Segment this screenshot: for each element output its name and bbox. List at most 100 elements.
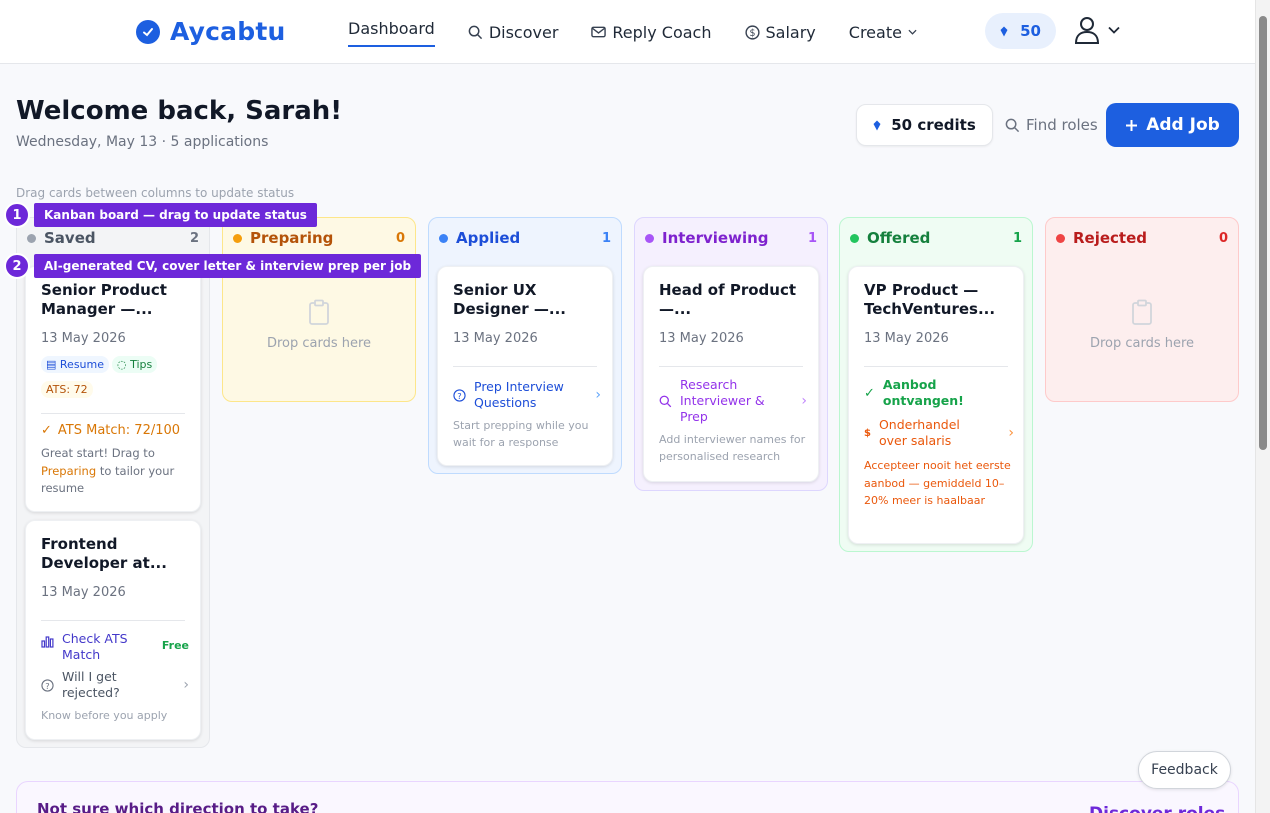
divider bbox=[41, 620, 185, 621]
find-roles-label: Find roles bbox=[1026, 116, 1098, 134]
column-count: 1 bbox=[601, 230, 611, 246]
job-card[interactable]: Frontend Developer at... 13 May 2026 Che… bbox=[25, 520, 201, 740]
divider bbox=[41, 413, 185, 414]
drop-zone-label: Drop cards here bbox=[1089, 336, 1195, 351]
add-job-label: Add Job bbox=[1146, 115, 1220, 135]
research-interviewer-button[interactable]: Research Interviewer & Prep › bbox=[659, 377, 807, 425]
diamond-icon bbox=[1000, 26, 1008, 36]
feedback-button[interactable]: Feedback bbox=[1138, 751, 1231, 789]
rejection-check-label: Will I get rejected? bbox=[62, 669, 120, 700]
column-header-interviewing: Interviewing 1 bbox=[635, 218, 827, 258]
free-badge: Free bbox=[161, 639, 189, 652]
help-icon: ? bbox=[453, 388, 466, 402]
credits-button[interactable]: 50 credits bbox=[856, 104, 993, 146]
search-icon bbox=[468, 25, 482, 39]
credits-button-label: 50 credits bbox=[891, 116, 976, 134]
credits-badge[interactable]: 50 bbox=[985, 13, 1056, 49]
offer-received-label: Aanbod ontvangen! bbox=[882, 377, 964, 408]
main-nav: Dashboard Discover Reply Coach $ Salary … bbox=[348, 0, 950, 64]
job-title: Senior Product Manager —... bbox=[41, 281, 167, 318]
job-card[interactable]: Senior UX Designer —... 13 May 2026 ? Pr… bbox=[437, 266, 613, 466]
job-date: 13 May 2026 bbox=[864, 331, 949, 346]
divider bbox=[864, 366, 1008, 367]
column-applied[interactable]: Applied 1 Senior UX Designer —... 13 May… bbox=[428, 217, 622, 474]
nav-dashboard[interactable]: Dashboard bbox=[348, 0, 435, 64]
svg-text:?: ? bbox=[45, 680, 49, 690]
column-count: 0 bbox=[395, 230, 405, 246]
discover-roles-link[interactable]: Discover roles bbox=[1089, 804, 1225, 813]
page-scrollbar[interactable] bbox=[1255, 0, 1270, 813]
clipboard-icon bbox=[309, 299, 329, 325]
search-icon bbox=[659, 395, 672, 407]
column-header-offered: Offered 1 bbox=[840, 218, 1032, 258]
callout-label-1: Kanban board — drag to update status bbox=[34, 203, 317, 227]
job-card[interactable]: VP Product — TechVentures... 13 May 2026… bbox=[848, 266, 1024, 544]
column-preparing[interactable]: Preparing 0 Drop cards here bbox=[222, 217, 416, 402]
nav-discover[interactable]: Discover bbox=[468, 0, 559, 64]
svg-text:$: $ bbox=[749, 27, 755, 38]
resume-tag[interactable]: ▤ Resume bbox=[41, 356, 110, 373]
nav-dashboard-label: Dashboard bbox=[348, 19, 435, 38]
nav-create[interactable]: Create bbox=[849, 0, 917, 64]
scrollbar-thumb[interactable] bbox=[1259, 16, 1267, 450]
prep-interview-label: Prep Interview Questions bbox=[474, 379, 564, 410]
negotiate-advice: Accepteer nooit het eerste aanbod — gemi… bbox=[864, 459, 1011, 507]
drag-hint: Drag cards between columns to update sta… bbox=[16, 186, 295, 200]
credits-badge-count: 50 bbox=[1020, 22, 1041, 40]
brand-logo[interactable]: Aycabtu bbox=[136, 17, 286, 46]
job-card[interactable]: Senior Product Manager —... 13 May 2026 … bbox=[25, 266, 201, 512]
research-note: Add interviewer names for personalised r… bbox=[659, 433, 806, 463]
column-count: 2 bbox=[189, 230, 199, 246]
column-count: 0 bbox=[1218, 230, 1228, 246]
ats-match-label: ATS Match: 72/100 bbox=[57, 423, 181, 438]
column-title: Rejected bbox=[1073, 229, 1148, 247]
status-dot bbox=[439, 233, 448, 243]
negotiate-salary-button[interactable]: $ Onderhandel over salaris › bbox=[864, 417, 1014, 449]
tips-tag[interactable]: ◌ Tips bbox=[112, 356, 158, 373]
prep-interview-button[interactable]: ? Prep Interview Questions › bbox=[453, 379, 601, 411]
job-date: 13 May 2026 bbox=[453, 331, 538, 346]
research-interviewer-label: Research Interviewer & Prep bbox=[680, 377, 765, 424]
job-card[interactable]: Head of Product —... 13 May 2026 Researc… bbox=[643, 266, 819, 482]
add-job-button[interactable]: Add Job bbox=[1106, 103, 1239, 147]
direction-title: Not sure which direction to take? bbox=[37, 800, 319, 813]
column-interviewing[interactable]: Interviewing 1 Head of Product —... 13 M… bbox=[634, 217, 828, 491]
negotiate-salary-label: Onderhandel over salaris bbox=[878, 417, 960, 448]
divider bbox=[453, 366, 597, 367]
column-count: 1 bbox=[807, 230, 817, 246]
check-ats-button[interactable]: Check ATS Match Free bbox=[41, 631, 189, 663]
column-rejected[interactable]: Rejected 0 Drop cards here bbox=[1045, 217, 1239, 402]
chevron-down-icon bbox=[1108, 26, 1120, 34]
callout-number-1: 1 bbox=[4, 202, 30, 228]
ats-note: Great start! Drag to Preparing to tailor… bbox=[41, 445, 191, 498]
ats-score-tag: ATS: 72 bbox=[41, 381, 93, 398]
top-navigation-bar: Aycabtu Dashboard Discover Reply Coach $… bbox=[0, 0, 1255, 64]
direction-banner: Not sure which direction to take? Discov… bbox=[16, 781, 1239, 813]
prep-note: Start prepping while you wait for a resp… bbox=[453, 419, 589, 449]
brand-name: Aycabtu bbox=[170, 17, 286, 46]
mail-icon bbox=[591, 26, 607, 38]
page-title: Welcome back, Sarah! bbox=[16, 96, 343, 126]
drop-zone-label: Drop cards here bbox=[266, 336, 372, 351]
callout-number-2: 2 bbox=[4, 253, 30, 279]
rejection-check-button[interactable]: ? Will I get rejected? › bbox=[41, 669, 189, 701]
plus-icon bbox=[1126, 119, 1138, 131]
nav-salary[interactable]: $ Salary bbox=[744, 0, 816, 64]
nav-discover-label: Discover bbox=[488, 22, 559, 42]
chevron-right-icon: › bbox=[183, 677, 189, 693]
job-date: 13 May 2026 bbox=[41, 331, 126, 346]
find-roles-button[interactable]: Find roles bbox=[1005, 116, 1098, 134]
column-offered[interactable]: Offered 1 VP Product — TechVentures... 1… bbox=[839, 217, 1033, 552]
column-saved[interactable]: Saved 2 Senior Product Manager —... 13 M… bbox=[16, 217, 210, 748]
drop-zone[interactable]: Drop cards here bbox=[223, 298, 415, 351]
column-header-rejected: Rejected 0 bbox=[1046, 218, 1238, 258]
nav-reply-coach[interactable]: Reply Coach bbox=[591, 0, 712, 64]
chevron-right-icon: › bbox=[1008, 425, 1014, 441]
preparing-link[interactable]: Preparing bbox=[41, 464, 96, 478]
dollar-icon: $ bbox=[864, 427, 871, 439]
job-title: VP Product — TechVentures... bbox=[864, 281, 996, 318]
column-title: Saved bbox=[44, 229, 96, 247]
user-menu-button[interactable] bbox=[1074, 16, 1120, 44]
drop-zone[interactable]: Drop cards here bbox=[1046, 298, 1238, 351]
status-dot bbox=[645, 233, 654, 243]
